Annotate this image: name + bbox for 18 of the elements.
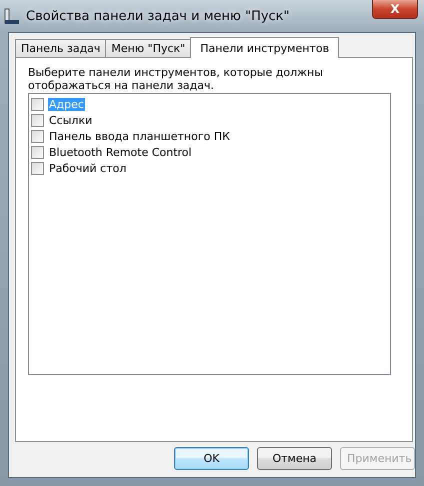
tab[interactable]: Панель задач xyxy=(15,39,106,57)
list-item[interactable]: Панель ввода планшетного ПК xyxy=(48,130,231,142)
window-title: Свойства панели задач и меню "Пуск" xyxy=(26,8,290,24)
list-item[interactable]: Ссылки xyxy=(48,114,94,126)
dialog-button[interactable]: OK xyxy=(174,447,249,470)
tab[interactable]: Меню "Пуск" xyxy=(105,39,192,57)
checkbox[interactable] xyxy=(31,130,44,142)
dialog-button[interactable]: Отмена xyxy=(257,447,332,470)
app-icon xyxy=(4,7,20,25)
list-item[interactable]: Рабочий стол xyxy=(48,162,128,174)
instruction-text: Выберите панели инструментов, которые должны отображаться на панели задач. xyxy=(28,66,324,92)
list-item[interactable]: Bluetooth Remote Control xyxy=(48,146,193,158)
close-button[interactable]: X xyxy=(372,0,418,19)
checkbox[interactable] xyxy=(31,98,44,110)
tab[interactable]: Панели инструментов xyxy=(190,37,340,58)
checkbox[interactable] xyxy=(31,114,44,126)
checkbox[interactable] xyxy=(31,162,44,174)
checkbox[interactable] xyxy=(31,146,44,158)
